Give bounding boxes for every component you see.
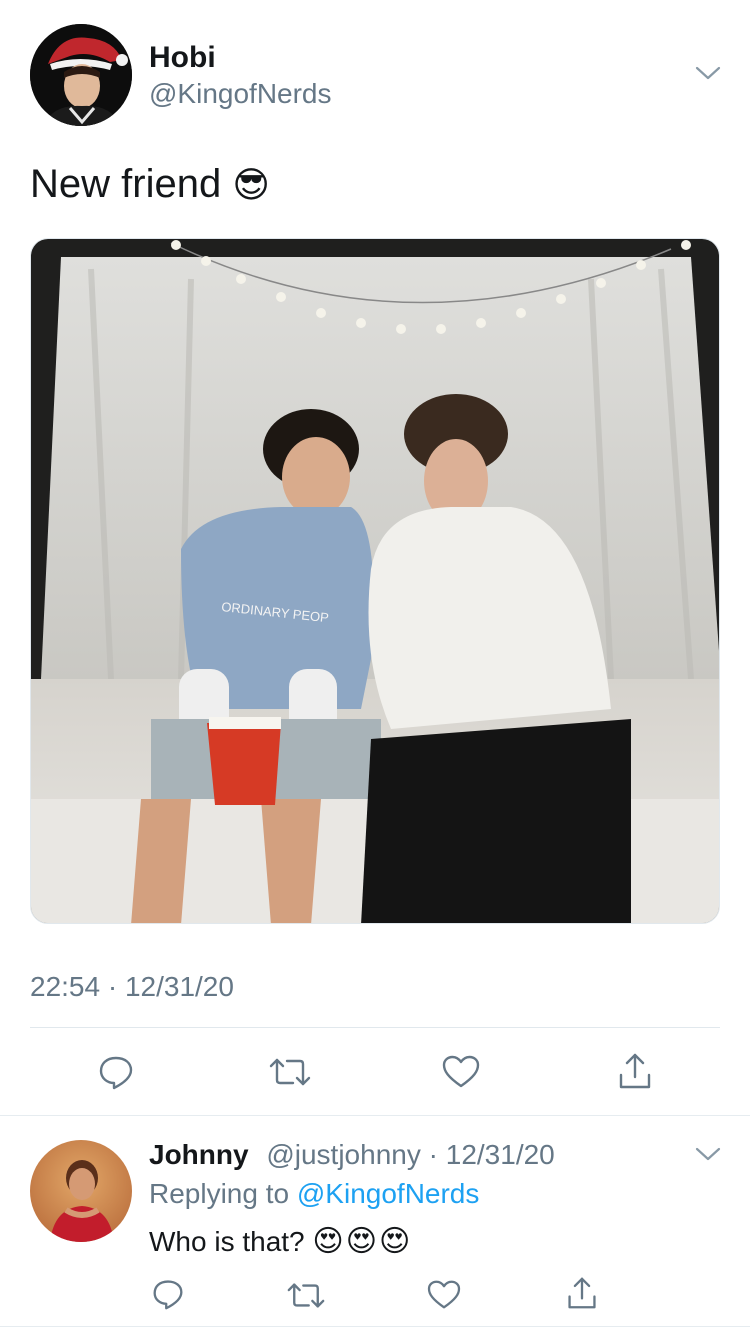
reply-reply-icon[interactable] bbox=[150, 1276, 186, 1312]
reply-author-avatar[interactable] bbox=[30, 1140, 132, 1242]
reply-author-name[interactable]: Johnny bbox=[149, 1139, 249, 1170]
reply-like-heart-icon[interactable] bbox=[426, 1278, 462, 1312]
reply-icon[interactable] bbox=[96, 1052, 136, 1092]
reply-header: Johnny @justjohnny · 12/31/20 bbox=[149, 1137, 555, 1173]
replying-to-link[interactable]: @KingofNerds bbox=[297, 1178, 480, 1209]
bottom-divider bbox=[0, 1326, 750, 1327]
tweet-photo-image: ORDINARY PEOP bbox=[31, 239, 719, 923]
tweet-text-body: New friend bbox=[30, 162, 222, 206]
reply-avatar-image bbox=[30, 1140, 132, 1242]
tweet-photo[interactable]: ORDINARY PEOP bbox=[30, 238, 720, 924]
tweet-menu-chevron-icon[interactable] bbox=[690, 58, 726, 88]
tweet-divider bbox=[30, 1027, 720, 1028]
reply-retweet-icon[interactable] bbox=[286, 1278, 326, 1312]
reply-author-handle[interactable]: @justjohnny bbox=[266, 1139, 421, 1170]
replying-to-label: Replying to bbox=[149, 1178, 290, 1209]
reply-text: Who is that? 😍😍😍 bbox=[149, 1222, 412, 1262]
section-divider bbox=[0, 1115, 750, 1116]
author-avatar[interactable] bbox=[30, 24, 132, 126]
tweet-text: New friend 😎 bbox=[30, 160, 270, 209]
reply-date[interactable]: · 12/31/20 bbox=[429, 1139, 555, 1170]
retweet-icon[interactable] bbox=[268, 1052, 312, 1092]
tweet-timestamp[interactable]: 22:54 · 12/31/20 bbox=[30, 970, 234, 1004]
author-avatar-image bbox=[30, 24, 132, 126]
reply-share-icon[interactable] bbox=[564, 1274, 600, 1312]
share-icon[interactable] bbox=[615, 1050, 655, 1092]
heart-eyes-emojis: 😍😍😍 bbox=[312, 1225, 413, 1258]
author-name[interactable]: Hobi bbox=[149, 40, 216, 76]
author-handle[interactable]: @KingofNerds bbox=[149, 77, 332, 111]
sunglasses-emoji: 😎 bbox=[232, 164, 270, 205]
replying-to-line: Replying to @KingofNerds bbox=[149, 1176, 479, 1212]
like-heart-icon[interactable] bbox=[440, 1052, 482, 1092]
reply-text-body: Who is that? bbox=[149, 1226, 305, 1257]
reply-menu-chevron-icon[interactable] bbox=[690, 1142, 726, 1166]
